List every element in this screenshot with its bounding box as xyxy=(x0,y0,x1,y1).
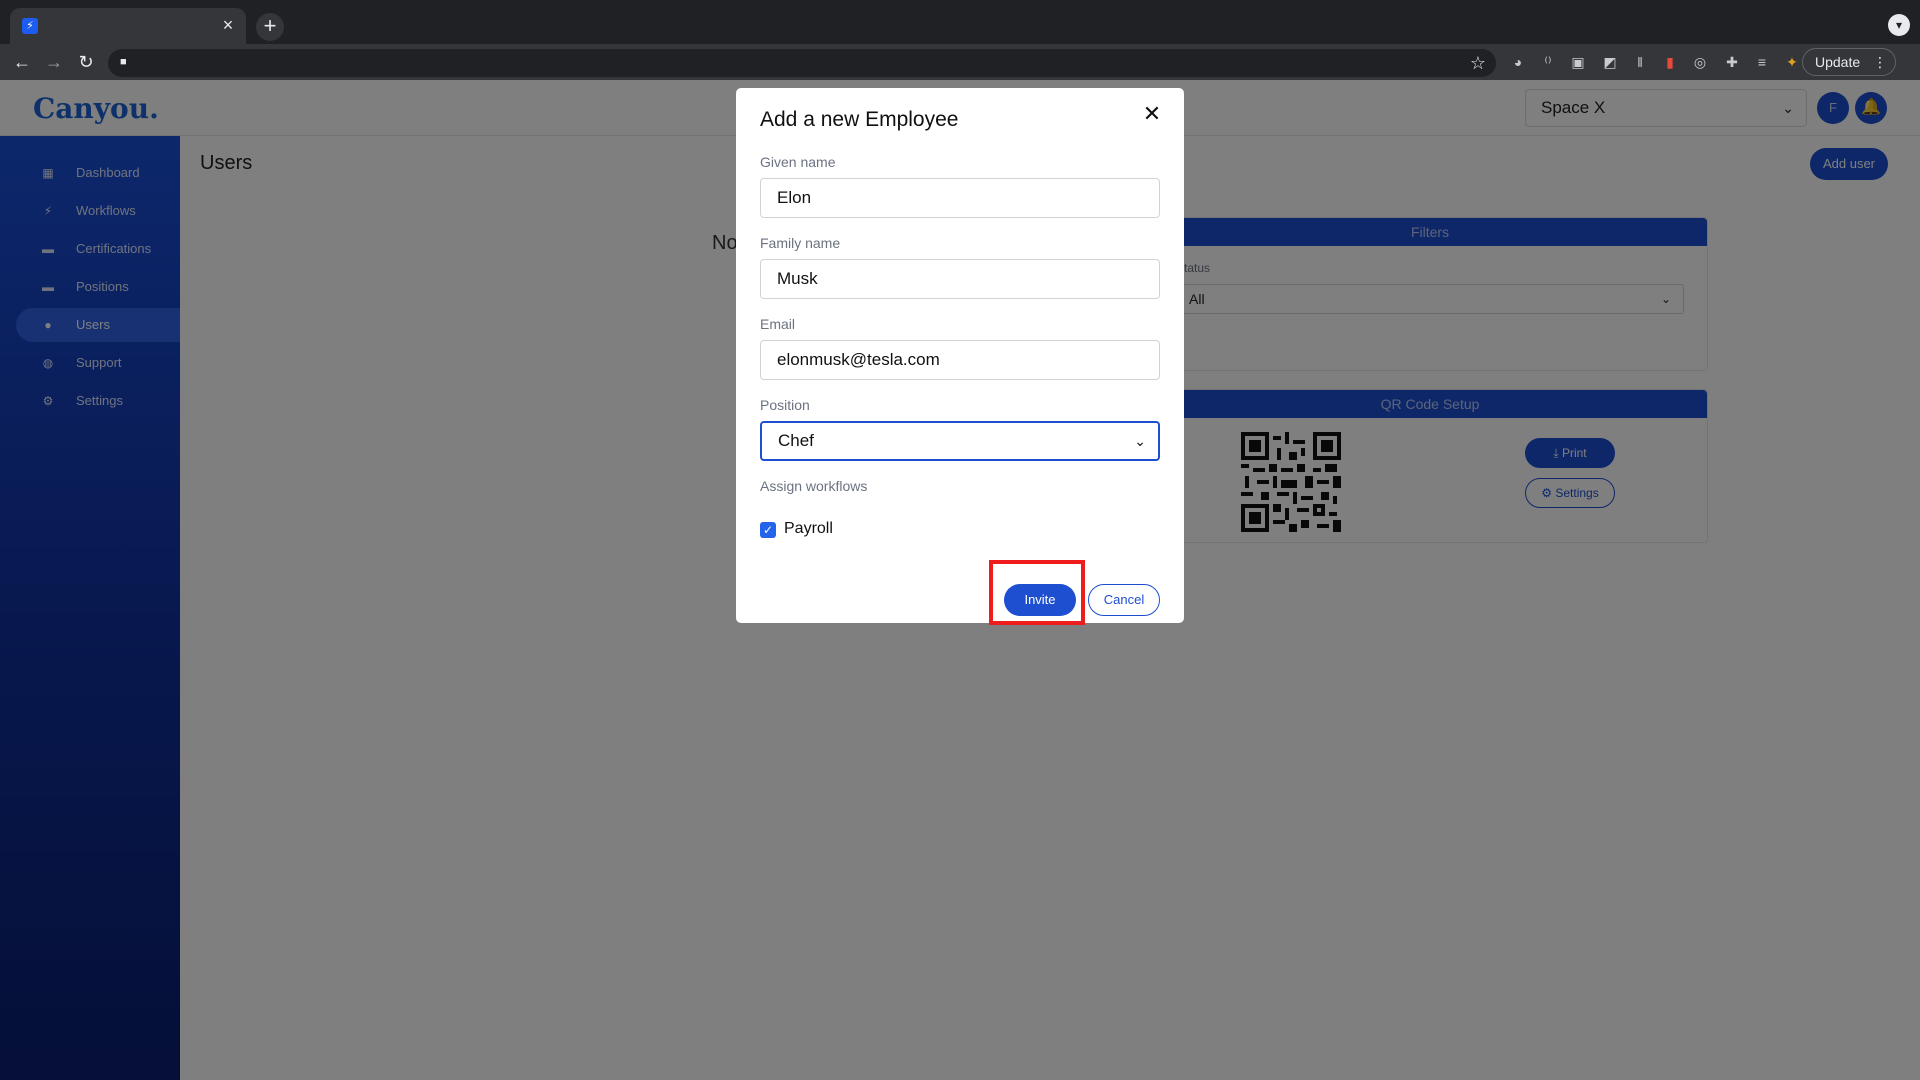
forward-icon[interactable]: → xyxy=(40,48,68,76)
email-label: Email xyxy=(760,316,796,332)
close-icon[interactable]: ✕ xyxy=(1140,102,1164,126)
tab-search-icon[interactable]: ▾ xyxy=(1888,14,1910,36)
payroll-checkbox[interactable]: ✓ xyxy=(760,522,776,538)
app: Canyou. Space X ⌄ F 🔔 ▦ Dashboard ⚡ Work… xyxy=(0,80,1920,1080)
extension-icon[interactable]: ⁽⁾ xyxy=(1538,52,1558,72)
payroll-label[interactable]: Payroll xyxy=(784,520,833,538)
family-name-field[interactable]: Musk xyxy=(760,259,1160,299)
back-icon[interactable]: ← xyxy=(8,48,36,76)
bookmark-star-icon[interactable]: ☆ xyxy=(1470,52,1486,74)
given-name-field[interactable]: Elon xyxy=(760,178,1160,218)
tab-strip: ⚡ × + ▾ xyxy=(0,0,1920,44)
browser-toolbar: ← → ↻ ■ ☆ ◕ ⁽⁾ ▣ ◩ ‖ ▮ ◎ ✚ ≡ ✦ Update ⋮ xyxy=(0,44,1920,80)
extension-icon[interactable]: ◩ xyxy=(1600,52,1620,72)
extension-icon[interactable]: ▣ xyxy=(1568,52,1588,72)
extension-icon[interactable]: ‖ xyxy=(1630,52,1650,72)
update-button[interactable]: Update ⋮ xyxy=(1802,48,1896,76)
update-label: Update xyxy=(1815,54,1861,70)
invite-highlight-box xyxy=(989,560,1085,625)
cancel-button[interactable]: Cancel xyxy=(1088,584,1160,616)
favicon-icon: ⚡ xyxy=(22,18,38,34)
family-name-label: Family name xyxy=(760,235,841,251)
media-icon[interactable]: ≡ xyxy=(1752,52,1772,72)
extension-icon[interactable]: ◎ xyxy=(1690,52,1710,72)
assign-workflows-label: Assign workflows xyxy=(760,478,868,494)
position-label: Position xyxy=(760,397,810,413)
email-field[interactable]: elonmusk@tesla.com xyxy=(760,340,1160,380)
browser-tab[interactable]: ⚡ × xyxy=(10,8,246,44)
dialog-title: Add a new Employee xyxy=(760,108,959,131)
chevron-down-icon: ⌄ xyxy=(1134,433,1146,449)
extension-icon[interactable]: ◕ xyxy=(1508,52,1528,72)
given-name-label: Given name xyxy=(760,154,836,170)
position-value: Chef xyxy=(778,431,814,450)
reload-icon[interactable]: ↻ xyxy=(72,48,100,76)
new-tab-button[interactable]: + xyxy=(256,13,284,41)
tab-close-icon[interactable]: × xyxy=(218,15,238,35)
add-employee-dialog: Add a new Employee ✕ Given name Elon Fam… xyxy=(736,88,1184,623)
extension-icon[interactable]: ▮ xyxy=(1660,52,1680,72)
lock-icon: ■ xyxy=(120,56,127,68)
puzzle-icon[interactable]: ✚ xyxy=(1722,52,1742,72)
position-select[interactable]: Chef ⌄ xyxy=(760,421,1160,461)
extension-icon[interactable]: ✦ xyxy=(1782,52,1802,72)
menu-dots-icon: ⋮ xyxy=(1873,54,1887,70)
browser-chrome: ⚡ × + ▾ ← → ↻ ■ ☆ ◕ ⁽⁾ ▣ ◩ ‖ ▮ ◎ ✚ ≡ ✦ U… xyxy=(0,0,1920,80)
address-bar[interactable]: ■ ☆ xyxy=(108,49,1496,77)
